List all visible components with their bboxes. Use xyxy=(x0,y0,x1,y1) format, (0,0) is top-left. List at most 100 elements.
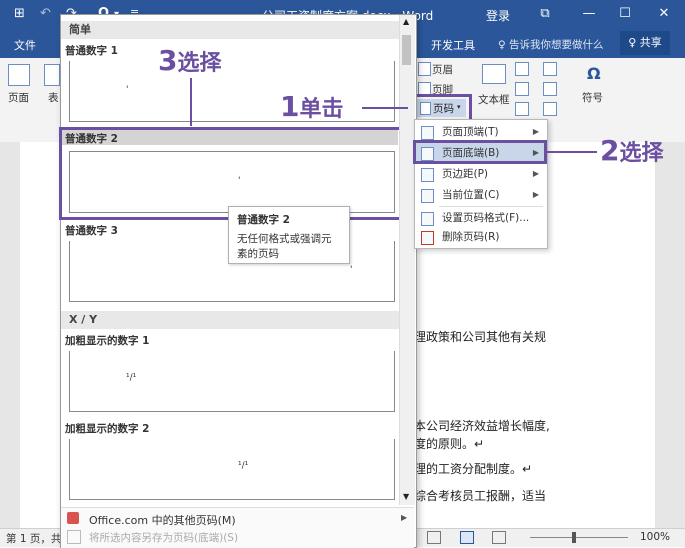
gallery-item-label: 普通数字 1 xyxy=(65,45,118,57)
save-selection-icon xyxy=(67,530,81,544)
gallery-tooltip: 普通数字 2 无任何格式或强调元素的页码 xyxy=(228,206,350,264)
more-page-numbers-link[interactable]: Office.com 中的其他页码(M) xyxy=(89,512,236,528)
gallery-item-label: 加粗显示的数字 2 xyxy=(65,423,150,435)
highlight-box-bottom-of-page xyxy=(413,140,547,164)
doc-line: 理的工资分配制度。↵ xyxy=(414,462,533,476)
zoom-level[interactable]: 100% xyxy=(640,531,670,543)
close-icon[interactable]: ✕ xyxy=(652,3,676,25)
gallery-scroll-thumb[interactable] xyxy=(402,35,411,65)
tooltip-title: 普通数字 2 xyxy=(237,214,290,226)
zoom-slider-handle[interactable] xyxy=(572,532,576,543)
menu-item-current-position[interactable]: 当前位置(C) ▶ xyxy=(415,185,545,205)
gallery-item-label: 加粗显示的数字 1 xyxy=(65,335,150,347)
menu-item-label: 删除页码(R) xyxy=(442,231,500,243)
chevron-right-icon: ▶ xyxy=(401,513,408,522)
tooltip-body: 无任何格式或强调元素的页码 xyxy=(237,233,332,260)
gallery-scrollbar[interactable]: ▲ ▼ xyxy=(399,15,415,505)
page-count-status[interactable]: 第 1 页，共 xyxy=(6,531,61,546)
doc-line: 综合考核员工报酬，适当 xyxy=(414,489,547,503)
gallery-footer: Office.com 中的其他页码(M) ▶ 将所选内容另存为页码(底端)(S) xyxy=(61,507,414,548)
gallery-thumb-bold-number-2[interactable]: ¹/¹ xyxy=(69,439,395,500)
page-icon xyxy=(8,64,30,86)
minimize-icon[interactable]: — xyxy=(577,3,601,25)
annotation-text: 选择 xyxy=(619,141,664,166)
office-icon xyxy=(67,512,79,524)
doc-line: 本公司经济效益增长幅度, xyxy=(414,419,550,433)
tab-developer[interactable]: 开发工具 xyxy=(431,37,475,53)
annotation-step-3: 3选择 xyxy=(158,44,222,77)
scroll-up-icon[interactable]: ▲ xyxy=(403,17,409,26)
remove-page-numbers-icon xyxy=(421,231,434,245)
header-icon xyxy=(418,62,431,76)
top-of-page-icon xyxy=(421,126,434,140)
page-number-mark: ¹/¹ xyxy=(126,373,137,383)
page-number-mark: ' xyxy=(126,85,129,95)
gallery-section-simple: 简单 xyxy=(61,21,399,39)
gallery-thumb-bold-number-1[interactable]: ¹/¹ xyxy=(69,351,395,412)
annotation-line-3 xyxy=(190,78,192,126)
read-mode-icon[interactable] xyxy=(427,531,441,544)
object-icon[interactable] xyxy=(543,102,557,116)
menu-item-label: 当前位置(C) xyxy=(442,189,500,201)
print-layout-icon[interactable] xyxy=(460,531,474,544)
page-number-mark: ' xyxy=(350,265,353,275)
chevron-right-icon: ▶ xyxy=(532,190,539,199)
page-number-mark: ¹/¹ xyxy=(238,461,249,471)
annotation-number: 1 xyxy=(280,90,300,123)
web-layout-icon[interactable] xyxy=(492,531,506,544)
annotation-line-2 xyxy=(547,151,597,153)
format-page-numbers-icon xyxy=(421,212,434,226)
menu-item-label: 设置页码格式(F)... xyxy=(442,212,530,224)
dropcap-icon[interactable] xyxy=(515,102,529,116)
zoom-slider[interactable] xyxy=(530,537,628,538)
login-link[interactable]: 登录 xyxy=(486,7,510,24)
save-icon[interactable]: ⊞ xyxy=(14,6,25,21)
annotation-text: 选择 xyxy=(177,51,222,76)
menu-item-top-of-page[interactable]: 页面顶端(T) ▶ xyxy=(415,122,545,142)
gallery-thumb-plain-number-1[interactable]: ' xyxy=(69,61,395,122)
annotation-text: 单击 xyxy=(299,97,344,122)
annotation-number: 2 xyxy=(600,134,620,167)
menu-item-page-margins[interactable]: 页边距(P) ▶ xyxy=(415,164,545,184)
gallery-section-xy: X / Y xyxy=(61,311,399,329)
annotation-step-1: 1单击 xyxy=(280,90,344,123)
ribbon-display-icon[interactable]: ⧉ xyxy=(533,3,557,25)
pages-button[interactable]: 页面 xyxy=(8,90,29,105)
textbox-icon xyxy=(482,64,506,84)
page-number-gallery: 简单 普通数字 1 ' 普通数字 2 ' 普通数字 3 ' X / Y 加粗显示… xyxy=(59,14,417,548)
tab-file[interactable]: 文件 xyxy=(14,37,36,53)
menu-item-remove-page-numbers[interactable]: 删除页码(R) xyxy=(415,227,545,247)
signature-line-icon[interactable] xyxy=(543,62,557,76)
chevron-right-icon: ▶ xyxy=(532,169,539,178)
quick-parts-icon[interactable] xyxy=(515,62,529,76)
symbol-icon: Ω xyxy=(587,64,601,83)
page-margins-icon xyxy=(421,168,434,182)
table-button[interactable]: 表 xyxy=(48,90,59,105)
table-icon xyxy=(44,64,60,86)
wordart-icon[interactable] xyxy=(515,82,529,96)
maximize-icon[interactable]: ☐ xyxy=(613,3,637,25)
undo-icon[interactable]: ↶ xyxy=(40,6,51,21)
menu-item-label: 页边距(P) xyxy=(442,168,489,180)
highlight-box-page-number xyxy=(410,94,472,122)
header-button[interactable]: 页眉 xyxy=(432,62,453,77)
doc-line: 理政策和公司其他有关规 xyxy=(414,330,547,344)
annotation-number: 3 xyxy=(158,44,178,77)
gallery-item-label: 普通数字 3 xyxy=(65,225,118,237)
menu-item-label: 页面顶端(T) xyxy=(442,126,499,138)
save-selection-item: 将所选内容另存为页码(底端)(S) xyxy=(89,532,239,544)
menu-divider xyxy=(439,206,543,207)
current-position-icon xyxy=(421,189,434,203)
annotation-step-2: 2选择 xyxy=(600,134,664,167)
page-number-menu: 页面顶端(T) ▶ 页面底端(B) ▶ 页边距(P) ▶ 当前位置(C) ▶ 设… xyxy=(414,119,548,249)
chevron-right-icon: ▶ xyxy=(532,127,539,136)
menu-item-format-page-numbers[interactable]: 设置页码格式(F)... xyxy=(415,208,545,228)
textbox-button[interactable]: 文本框 xyxy=(478,92,510,107)
tell-me-search[interactable]: ♀ 告诉我你想要做什么 xyxy=(498,37,604,52)
annotation-line-1 xyxy=(362,107,408,109)
symbol-button[interactable]: 符号 xyxy=(582,90,603,105)
date-time-icon[interactable] xyxy=(543,82,557,96)
scroll-down-icon[interactable]: ▼ xyxy=(403,492,409,501)
share-button[interactable]: ♀ 共享 xyxy=(620,31,670,55)
doc-line: 度的原则。↵ xyxy=(414,437,485,451)
